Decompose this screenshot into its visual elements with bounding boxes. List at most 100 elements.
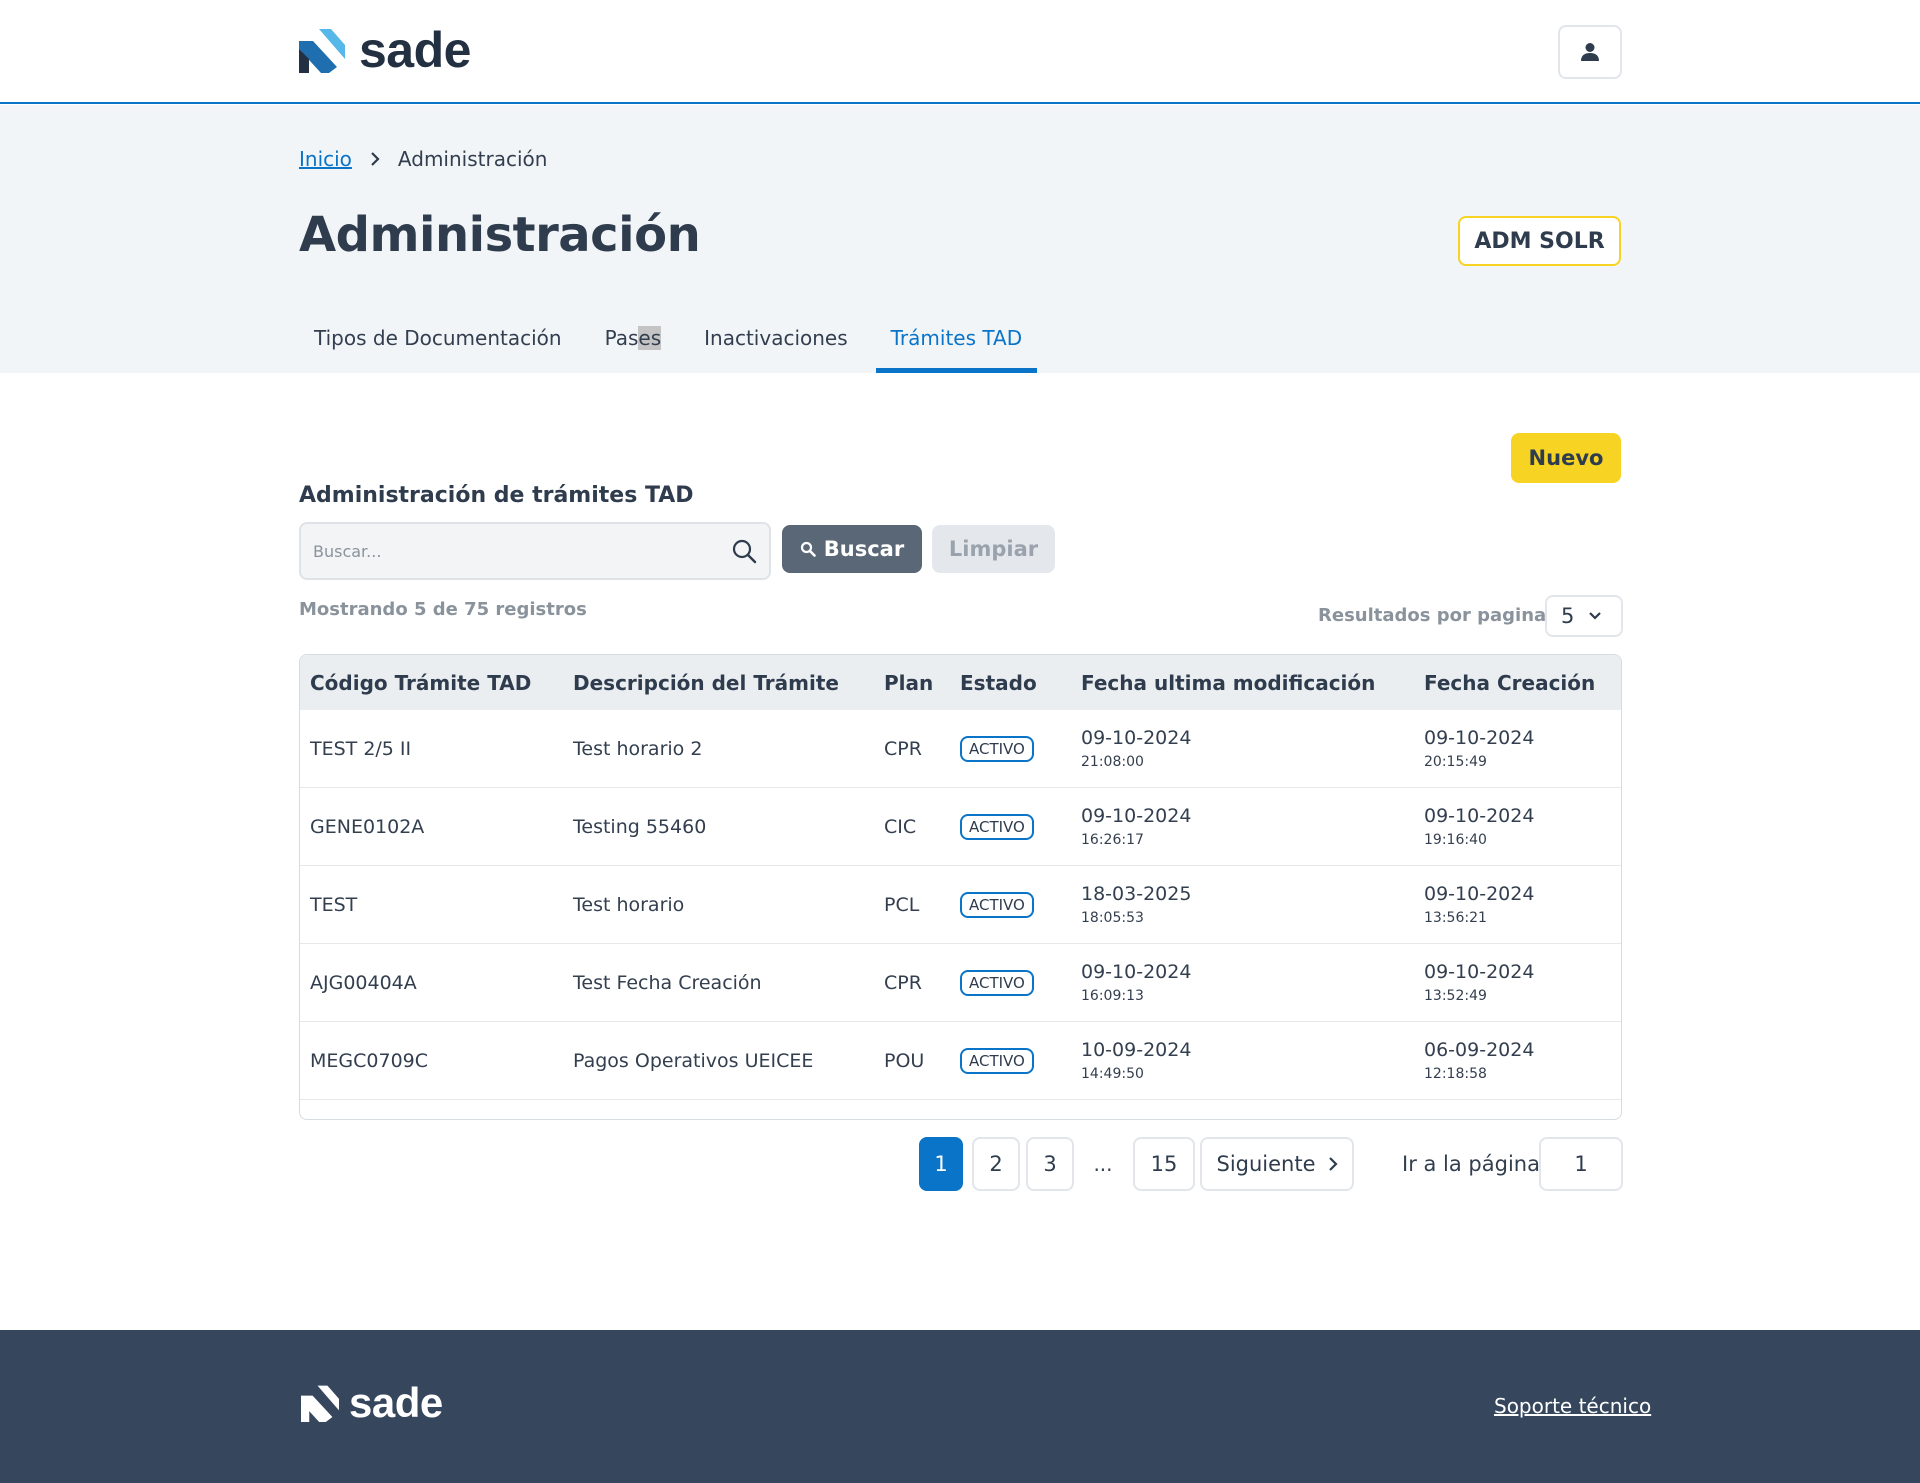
tab-inactivaciones[interactable]: Inactivaciones [689,311,863,373]
column-header-estado[interactable]: Estado [960,671,1037,695]
per-page-select[interactable]: 5 [1545,595,1623,637]
footer-wordmark: sade [349,1379,443,1426]
created-date: 09-10-2024 [1424,882,1535,905]
breadcrumb-home-link[interactable]: Inicio [299,147,352,171]
logo-wordmark: sade [359,22,471,78]
next-page-button[interactable]: Siguiente [1200,1137,1354,1191]
chevron-right-icon [370,152,380,166]
support-link[interactable]: Soporte técnico [1494,1394,1651,1418]
cell-plan: CPR [884,971,922,994]
cell-created-date: 09-10-2024 13:52:49 [1424,960,1534,1006]
mod-time: 16:09:13 [1081,987,1144,1004]
status-badge: ACTIVO [960,735,1034,762]
cell-mod-date: 09-10-2024 16:09:13 [1081,960,1191,1006]
table-row[interactable]: TEST Test horario PCL ACTIVO 18-03-2025 … [300,866,1621,944]
page-hero: Inicio Administración Administración ADM… [0,105,1920,373]
footer-logo[interactable]: sade [301,1382,443,1424]
cell-code: TEST 2/5 II [310,737,412,760]
new-button[interactable]: Nuevo [1511,433,1621,483]
pagination: 1 2 3 ... 15 Siguiente Ir a la página 1 [0,1137,1920,1191]
mod-date: 10-09-2024 [1081,1038,1192,1061]
tab-label: Inactivaciones [704,326,848,350]
user-menu-button[interactable] [1558,25,1622,79]
search-button[interactable]: Buscar [782,525,922,573]
cell-desc: Test horario [573,893,685,916]
page-button-1[interactable]: 1 [919,1137,963,1191]
per-page-value: 5 [1561,604,1575,628]
goto-page-input[interactable]: 1 [1539,1137,1623,1191]
cell-code: GENE0102A [310,815,425,838]
created-time: 12:18:58 [1424,1065,1487,1082]
status-badge: ACTIVO [960,813,1034,840]
cell-created-date: 06-09-2024 12:18:58 [1424,1038,1534,1084]
mod-date: 09-10-2024 [1081,960,1192,983]
cell-plan: CPR [884,737,922,760]
cell-desc: Testing 55460 [573,815,707,838]
page-button-3[interactable]: 3 [1026,1137,1074,1191]
sade-logo[interactable]: sade [299,24,471,76]
cell-code: TEST [310,893,358,916]
tab-label: Trámites TAD [890,326,1023,350]
page-button-2[interactable]: 2 [972,1137,1020,1191]
created-date: 06-09-2024 [1424,1038,1535,1061]
status-badge: ACTIVO [960,891,1034,918]
tab-label-part: Pas [604,326,639,350]
cell-mod-date: 18-03-2025 18:05:53 [1081,882,1191,928]
column-header-plan[interactable]: Plan [884,671,933,695]
table-header: Código Trámite TAD Descripción del Trámi… [300,655,1621,710]
results-count: Mostrando 5 de 75 registros [299,599,587,620]
per-page-label: Resultados por pagina [1318,605,1547,626]
user-icon [1581,43,1599,61]
cell-plan: CIC [884,815,917,838]
created-time: 13:56:21 [1424,909,1487,926]
breadcrumb: Inicio Administración [299,147,547,171]
mod-time: 18:05:53 [1081,909,1144,926]
status-badge: ACTIVO [960,1047,1034,1074]
cell-created-date: 09-10-2024 13:56:21 [1424,882,1534,928]
cell-desc: Test horario 2 [573,737,703,760]
sade-logo-icon [299,29,345,73]
table-row[interactable]: GENE0102A Testing 55460 CIC ACTIVO 09-10… [300,788,1621,866]
table-row[interactable]: TEST 2/5 II Test horario 2 CPR ACTIVO 09… [300,710,1621,788]
cell-created-date: 09-10-2024 20:15:49 [1424,726,1534,772]
tramites-table: Código Trámite TAD Descripción del Trámi… [299,654,1622,1120]
cell-created-date: 09-10-2024 19:16:40 [1424,804,1534,850]
tab-tipos-documentacion[interactable]: Tipos de Documentación [299,311,577,373]
column-header-code[interactable]: Código Trámite TAD [310,671,531,695]
created-date: 09-10-2024 [1424,726,1535,749]
created-time: 20:15:49 [1424,753,1487,770]
cell-desc: Pagos Operativos UEICEE [573,1049,814,1072]
page-button-last[interactable]: 15 [1133,1137,1195,1191]
section-title: Administración de trámites TAD [299,483,694,508]
column-header-mod-date[interactable]: Fecha ultima modificación [1081,671,1375,695]
tab-tramites-tad[interactable]: Trámites TAD [875,311,1038,373]
column-header-created-date[interactable]: Fecha Creación [1424,671,1595,695]
mod-time: 16:26:17 [1081,831,1144,848]
top-header: sade [0,0,1920,104]
page-footer: sade Soporte técnico [0,1330,1920,1483]
page-title: Administración [299,207,701,263]
table-row[interactable]: AJG00404A Test Fecha Creación CPR ACTIVO… [300,944,1621,1022]
breadcrumb-current: Administración [397,147,548,171]
search-input[interactable] [313,541,731,561]
status-badge: ACTIVO [960,969,1034,996]
table-row[interactable]: MEGC0709C Pagos Operativos UEICEE POU AC… [300,1022,1621,1100]
column-header-desc[interactable]: Descripción del Trámite [573,671,839,695]
tab-pases[interactable]: Pases [590,311,677,373]
created-time: 19:16:40 [1424,831,1487,848]
mod-date: 09-10-2024 [1081,726,1192,749]
pagination-ellipsis: ... [1093,1152,1113,1176]
sade-logo-icon [301,1385,339,1422]
mod-date: 18-03-2025 [1081,882,1192,905]
mod-date: 09-10-2024 [1081,804,1192,827]
search-icon[interactable] [731,538,757,564]
created-date: 09-10-2024 [1424,960,1535,983]
tab-bar: Tipos de Documentación Pases Inactivacio… [299,311,1050,373]
adm-solr-button[interactable]: ADM SOLR [1458,216,1621,266]
cell-mod-date: 09-10-2024 21:08:00 [1081,726,1191,772]
tab-label-highlight: es [638,326,662,350]
cell-desc: Test Fecha Creación [573,971,762,994]
created-date: 09-10-2024 [1424,804,1535,827]
clear-button[interactable]: Limpiar [932,525,1055,573]
next-page-label: Siguiente [1216,1152,1316,1176]
